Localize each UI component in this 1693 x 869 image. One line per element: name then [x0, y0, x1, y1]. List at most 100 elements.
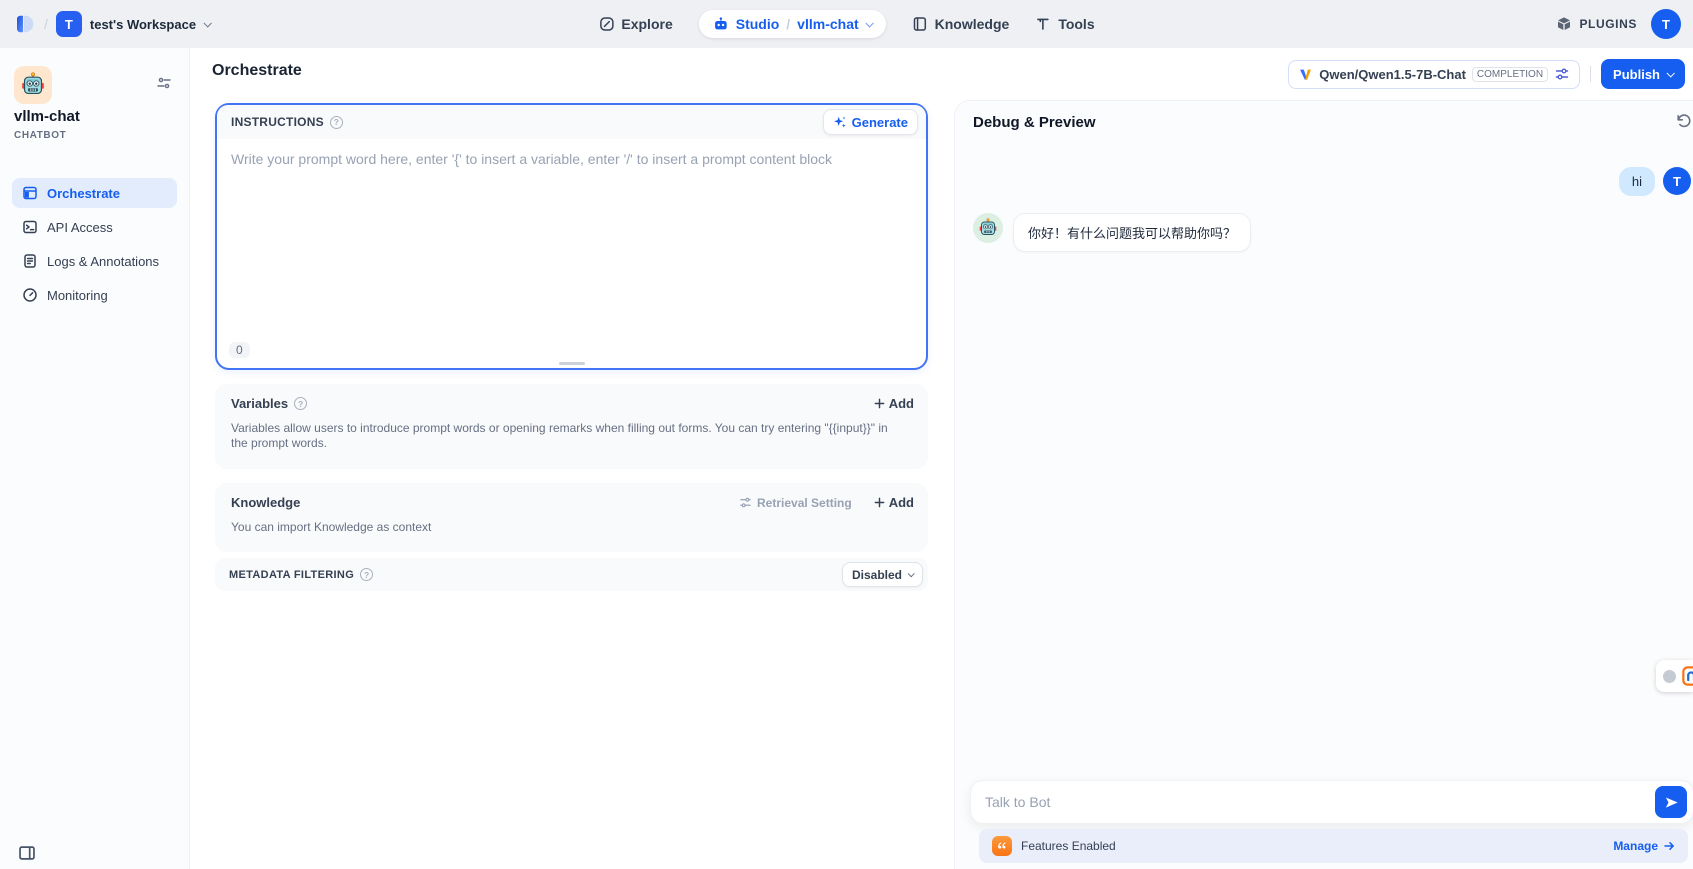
- user-chat-avatar: T: [1663, 167, 1691, 195]
- sidebar-item-logs-annotations[interactable]: Logs & Annotations: [12, 246, 177, 276]
- prompt-editor-placeholder[interactable]: Write your prompt word here, enter '{' t…: [231, 151, 832, 167]
- arrow-right-icon: [1663, 840, 1675, 852]
- instructions-header: INSTRUCTIONS Generate: [217, 105, 926, 139]
- help-icon[interactable]: [360, 568, 373, 581]
- chat-input-box: [971, 781, 1693, 823]
- page-title: Orchestrate: [212, 62, 302, 80]
- main-navigation: Explore Studio vllm-chat: [598, 0, 1094, 48]
- sidebar-item-label: Logs & Annotations: [47, 254, 159, 269]
- nav-plugins[interactable]: PLUGINS: [1556, 16, 1637, 32]
- publish-button[interactable]: Publish: [1601, 59, 1685, 89]
- plus-icon: [874, 497, 885, 508]
- send-button[interactable]: [1655, 786, 1687, 818]
- nav-explore[interactable]: Explore: [598, 16, 672, 32]
- sidebar-menu: Orchestrate API Access Logs & Annotation…: [12, 178, 177, 310]
- sparkles-icon: [833, 115, 847, 129]
- nav-explore-label: Explore: [621, 16, 672, 32]
- restart-conversation-icon[interactable]: [1675, 113, 1692, 130]
- generate-label: Generate: [852, 115, 908, 130]
- header-actions: Qwen/Qwen1.5-7B-Chat COMPLETION Publish: [1288, 59, 1685, 89]
- add-variable-button[interactable]: Add: [874, 396, 914, 411]
- app-window: T test's Workspace Explore: [0, 0, 1693, 869]
- model-name: Qwen/Qwen1.5-7B-Chat: [1319, 67, 1466, 82]
- variables-title: Variables: [231, 396, 288, 411]
- robot-emoji-icon: [20, 72, 46, 98]
- debug-preview-panel: Debug & Preview hi T: [954, 100, 1693, 869]
- nav-studio-label: Studio: [736, 16, 780, 32]
- metadata-filtering-toggle[interactable]: Disabled: [842, 562, 923, 587]
- chevron-down-icon: [204, 19, 212, 27]
- model-selector[interactable]: Qwen/Qwen1.5-7B-Chat COMPLETION: [1288, 60, 1580, 89]
- sidebar-item-orchestrate[interactable]: Orchestrate: [12, 178, 177, 208]
- workspace-breadcrumb: T test's Workspace: [12, 0, 210, 48]
- sidebar-item-label: Monitoring: [47, 288, 108, 303]
- vllm-logo-icon: [1298, 67, 1313, 82]
- generate-button[interactable]: Generate: [823, 109, 918, 135]
- add-knowledge-button[interactable]: Add: [874, 495, 914, 510]
- nav-studio-current-app[interactable]: Studio vllm-chat: [699, 10, 886, 38]
- debug-preview-title: Debug & Preview: [973, 114, 1096, 131]
- features-bar: Features Enabled Manage: [979, 829, 1688, 863]
- chevron-down-icon: [865, 19, 873, 27]
- resize-handle[interactable]: [559, 362, 585, 365]
- character-count: 0: [229, 342, 250, 358]
- nav-current-app-label: vllm-chat: [797, 16, 858, 32]
- terminal-icon: [22, 219, 38, 235]
- add-label: Add: [889, 396, 914, 411]
- nav-tools-label: Tools: [1058, 16, 1094, 32]
- robot-icon: [713, 16, 729, 32]
- nav-knowledge-label: Knowledge: [935, 16, 1010, 32]
- chevron-down-icon: [908, 570, 915, 577]
- retrieval-setting-icon: [739, 496, 752, 509]
- features-label: Features Enabled: [1021, 839, 1116, 853]
- chat-input[interactable]: [971, 781, 1693, 823]
- help-icon[interactable]: [330, 116, 343, 129]
- knowledge-description: You can import Knowledge as context: [215, 510, 905, 535]
- workspace-name[interactable]: test's Workspace: [90, 17, 196, 32]
- chat-message-bot: 你好！有什么问题我可以帮助你吗？: [973, 213, 1251, 252]
- plus-icon: [874, 398, 885, 409]
- chat-message-user: hi T: [1619, 167, 1693, 196]
- bot-chat-avatar: [973, 213, 1003, 243]
- app-settings-icon[interactable]: [157, 76, 171, 90]
- nav-plugins-label: PLUGINS: [1579, 17, 1637, 31]
- model-parameters-icon[interactable]: [1554, 66, 1570, 82]
- instructions-title: INSTRUCTIONS: [231, 115, 324, 129]
- topbar-right: PLUGINS T: [1556, 0, 1681, 48]
- nav-knowledge[interactable]: Knowledge: [912, 16, 1010, 32]
- manage-label: Manage: [1613, 839, 1658, 853]
- features-icon: [992, 836, 1012, 856]
- metadata-filtering-title: METADATA FILTERING: [229, 569, 354, 581]
- help-icon[interactable]: [294, 397, 307, 410]
- manage-features-link[interactable]: Manage: [1613, 839, 1675, 853]
- tools-icon: [1035, 16, 1051, 32]
- package-icon: [1556, 16, 1572, 32]
- nav-tools[interactable]: Tools: [1035, 16, 1094, 32]
- breadcrumb-separator: [44, 16, 48, 32]
- app-type-badge: CHATBOT: [14, 130, 66, 141]
- app-icon[interactable]: [14, 66, 52, 104]
- sidebar-item-label: Orchestrate: [47, 186, 120, 201]
- metadata-filtering-value: Disabled: [852, 568, 902, 582]
- app-name: vllm-chat: [14, 108, 80, 125]
- top-navigation-bar: T test's Workspace Explore: [0, 0, 1693, 48]
- knowledge-title: Knowledge: [231, 495, 300, 510]
- sidebar-item-monitoring[interactable]: Monitoring: [12, 280, 177, 310]
- metadata-filtering-row: METADATA FILTERING Disabled: [215, 558, 928, 591]
- bot-message-bubble: 你好！有什么问题我可以帮助你吗？: [1013, 213, 1251, 252]
- sidebar-item-api-access[interactable]: API Access: [12, 212, 177, 242]
- browser-extension-widget[interactable]: [1656, 660, 1693, 692]
- publish-label: Publish: [1613, 67, 1660, 82]
- document-icon: [22, 253, 38, 269]
- collapse-sidebar-button[interactable]: [18, 844, 36, 862]
- model-mode-badge: COMPLETION: [1472, 67, 1548, 82]
- retrieval-setting-label: Retrieval Setting: [757, 496, 852, 510]
- extension-logo-icon: [1682, 666, 1693, 686]
- retrieval-setting-button[interactable]: Retrieval Setting: [739, 496, 852, 510]
- add-label: Add: [889, 495, 914, 510]
- variables-section: Variables Add Variables allow users to i…: [215, 384, 928, 469]
- instructions-panel: INSTRUCTIONS Generate Write your prompt …: [215, 103, 928, 370]
- nav-separator: [786, 16, 790, 32]
- user-avatar[interactable]: T: [1651, 9, 1681, 39]
- dify-logo[interactable]: [12, 12, 36, 36]
